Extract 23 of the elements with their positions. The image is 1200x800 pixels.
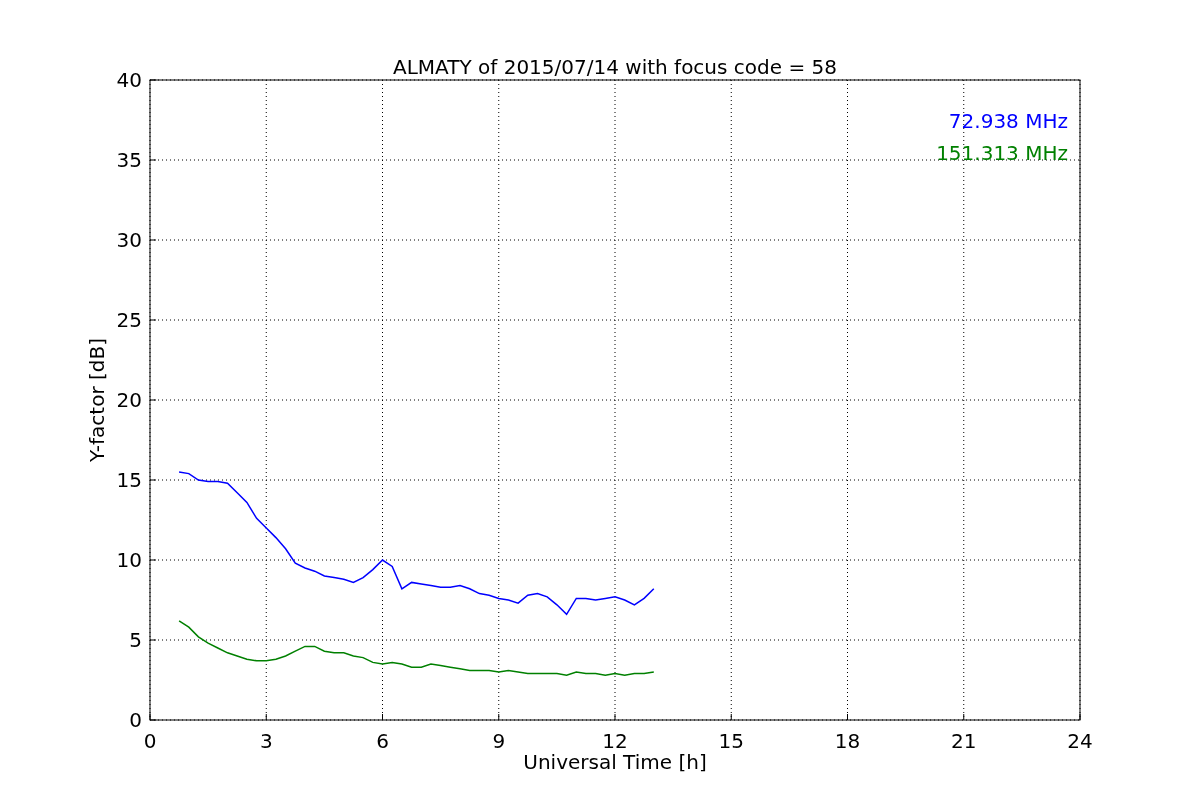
tick-label: 6 <box>376 729 389 753</box>
tick-label: 35 <box>116 148 142 172</box>
tick-label: 25 <box>116 308 142 332</box>
tick-label: 0 <box>143 729 157 753</box>
tick-label: 40 <box>116 68 142 92</box>
tick-label: 5 <box>129 628 142 652</box>
tick-label: 30 <box>116 228 142 252</box>
chart-title: ALMATY of 2015/07/14 with focus code = 58 <box>393 55 837 79</box>
x-axis-label: Universal Time [h] <box>523 750 707 774</box>
tick-label: 9 <box>492 729 506 753</box>
legend-label: 151.313 MHz <box>936 141 1068 165</box>
tick-label: 24 <box>1067 729 1093 753</box>
tick-label: 20 <box>116 388 142 412</box>
tick-label: 15 <box>718 729 744 753</box>
tick-label: 0 <box>129 708 142 732</box>
tick-label: 10 <box>116 548 142 572</box>
y-axis-label: Y-factor [dB] <box>85 338 109 462</box>
tick-label: 12 <box>602 729 628 753</box>
tick-label: 3 <box>259 729 273 753</box>
tick-label: 18 <box>834 729 861 753</box>
tick-label: 21 <box>951 729 977 753</box>
legend-label: 72.938 MHz <box>948 109 1068 133</box>
tick-label: 15 <box>116 468 142 492</box>
